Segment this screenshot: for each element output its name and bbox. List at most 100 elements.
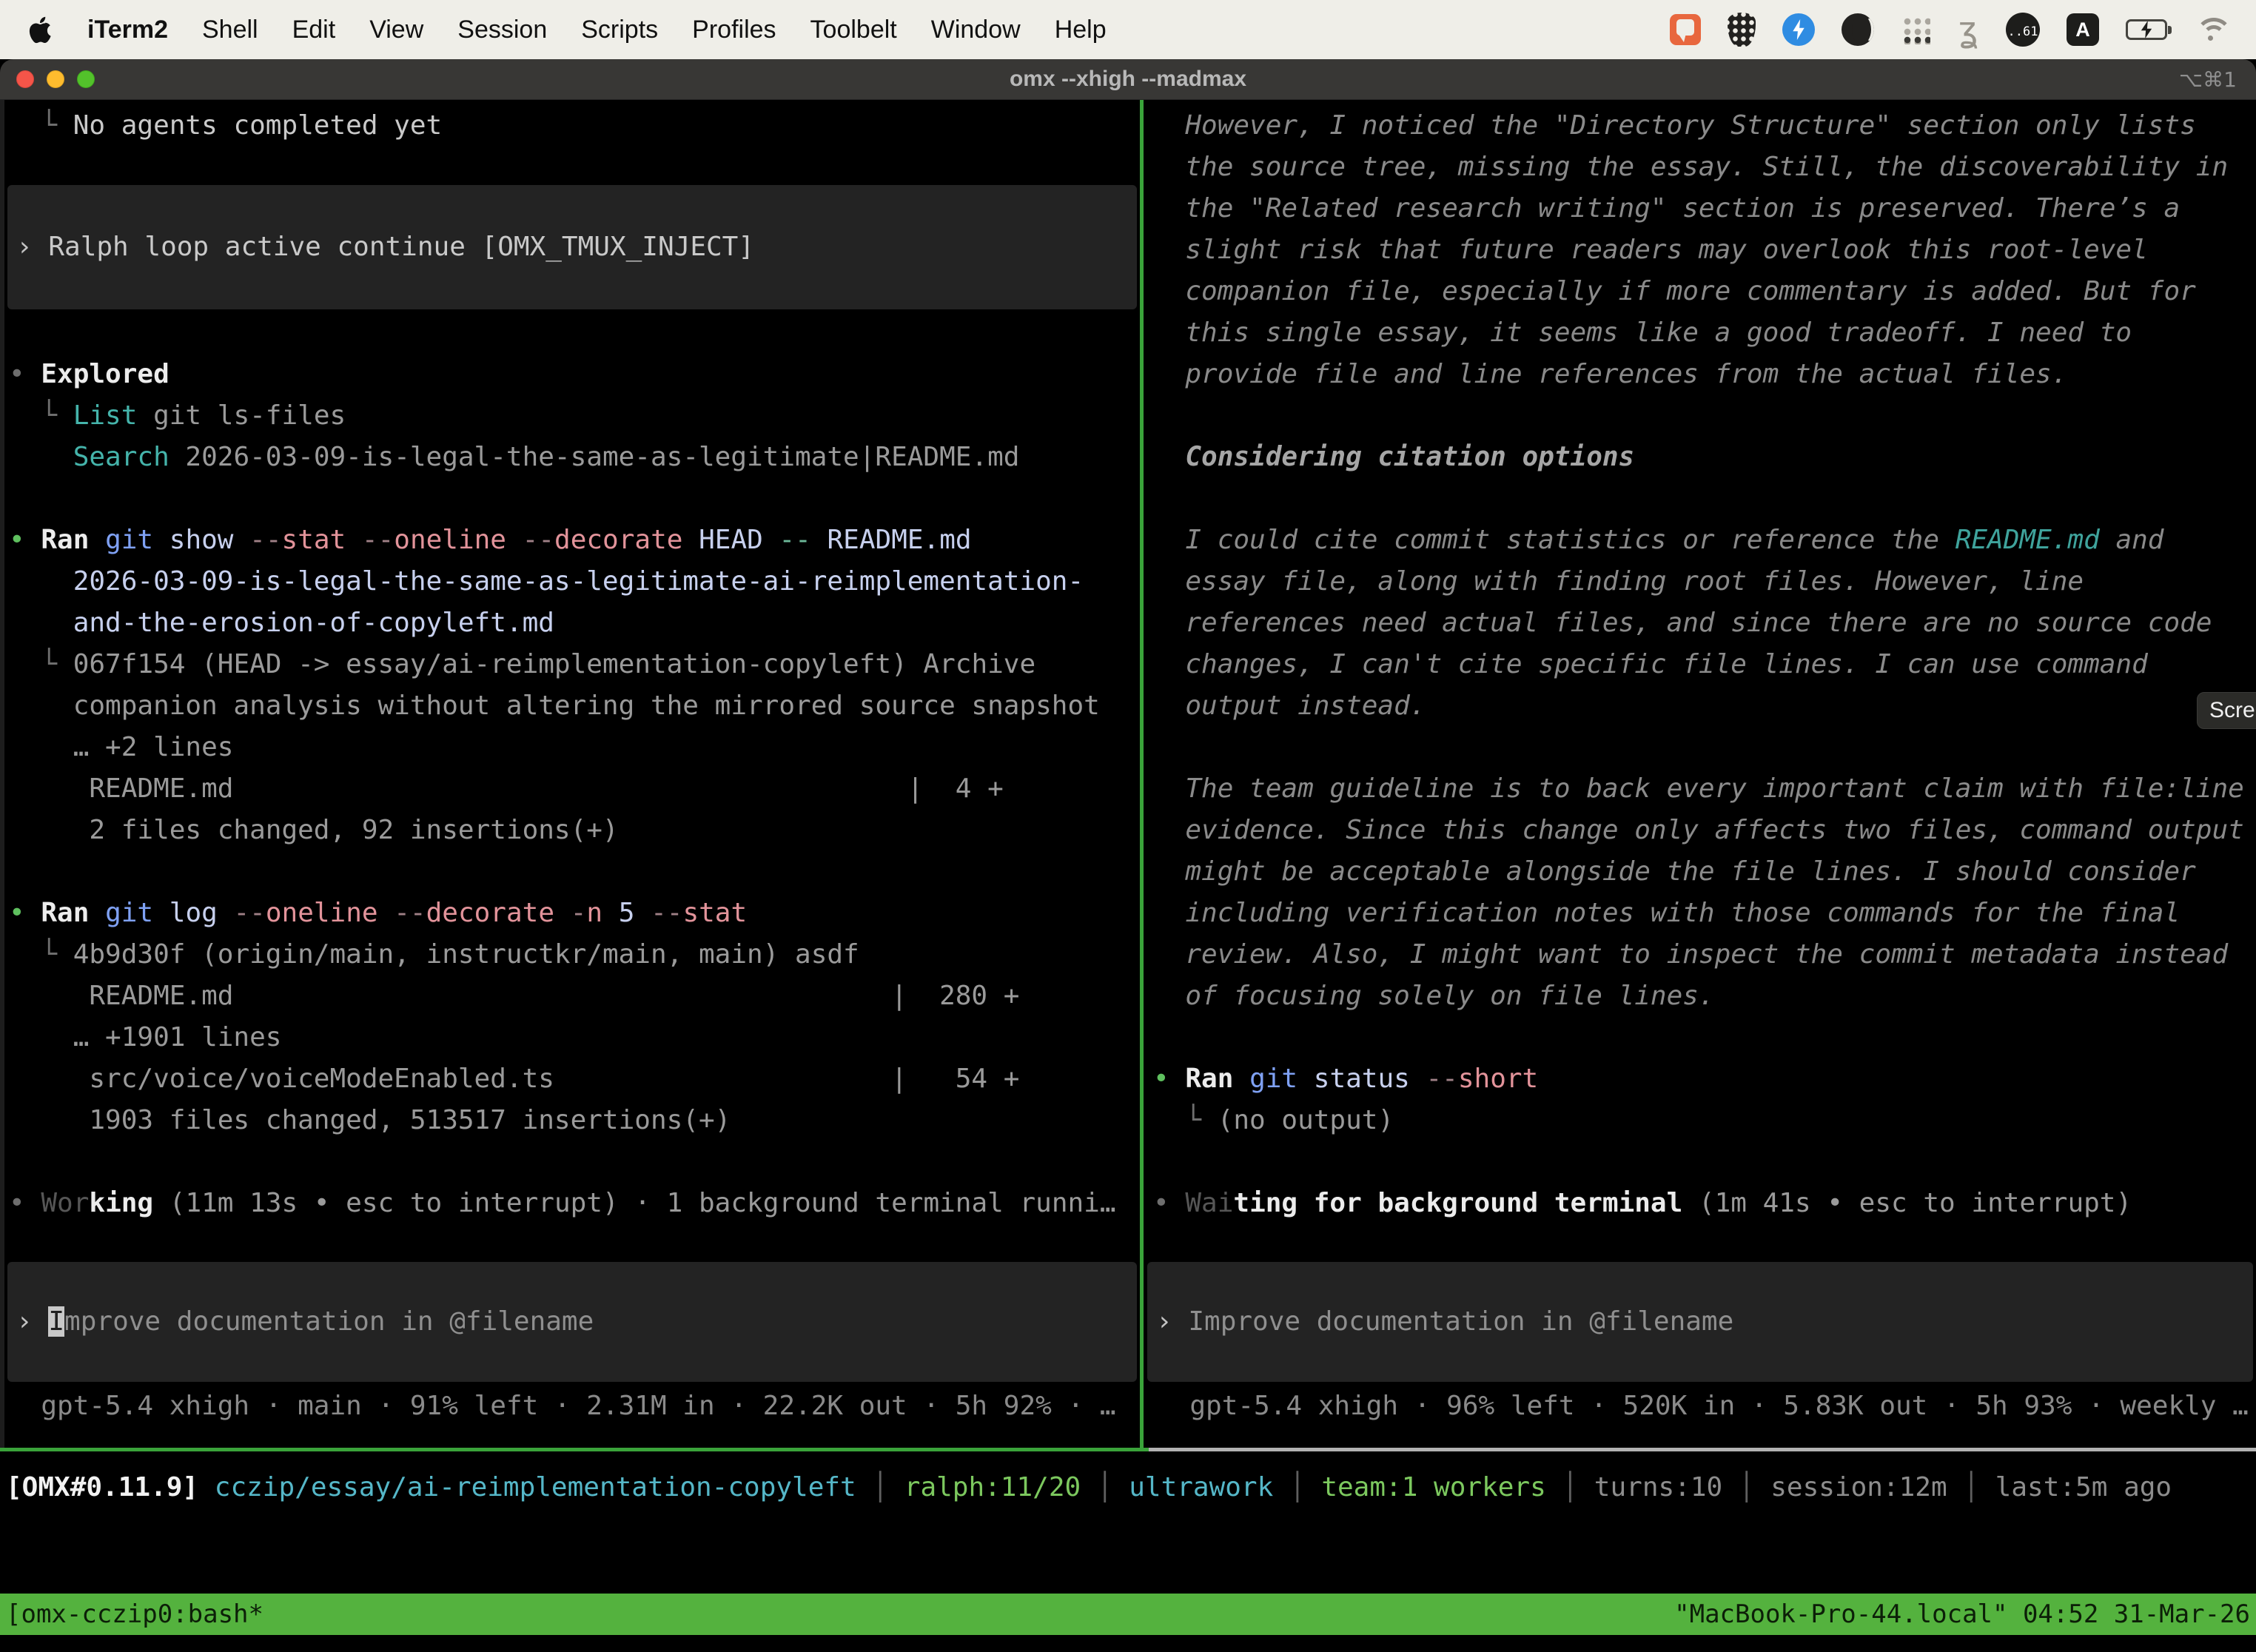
terminal-line: › Improve documentation in @filename — [16, 1301, 594, 1343]
menu-item-profiles[interactable]: Profiles — [692, 16, 776, 44]
terminal-line — [1153, 395, 2256, 437]
left-model-statusline: gpt-5.4 xhigh · main · 91% left · 2.31M … — [0, 1386, 1140, 1427]
terminal-line: companion analysis without altering the … — [9, 685, 1140, 727]
terminal-line: └ 067f154 (HEAD -> essay/ai-reimplementa… — [9, 644, 1140, 685]
terminal-line: I could cite commit statistics or refere… — [1153, 520, 2256, 561]
terminal-line: of focusing solely on file lines. — [1153, 976, 2256, 1017]
terminal-line — [1153, 1017, 2256, 1058]
window-title: omx --xhigh --madmax — [0, 67, 2256, 92]
terminal-line: 1903 files changed, 513517 insertions(+) — [9, 1100, 1140, 1141]
shield-grid-icon[interactable] — [1728, 13, 1756, 47]
terminal-line: including verification notes with those … — [1153, 893, 2256, 934]
terminal-line: • Explored — [9, 354, 1140, 395]
dots-grid-icon[interactable] — [1901, 15, 1930, 44]
terminal-line: and-the-erosion-of-copyleft.md — [9, 602, 1140, 644]
input-source-icon[interactable] — [2067, 13, 2099, 46]
terminal-line: › Improve documentation in @filename — [1156, 1301, 1733, 1343]
terminal-line: gpt-5.4 xhigh · main · 91% left · 2.31M … — [9, 1386, 1140, 1427]
omx-status-line: [OMX#0.11.9] cczip/essay/ai-reimplementa… — [6, 1467, 2256, 1508]
squiggle-icon[interactable] — [1957, 12, 1979, 47]
percent-61-icon[interactable] — [2006, 13, 2040, 47]
menu-item-edit[interactable]: Edit — [292, 16, 336, 44]
window-titlebar[interactable]: omx --xhigh --madmax ⌥⌘1 — [0, 59, 2256, 100]
terminal-line: review. Also, I might want to inspect th… — [1153, 934, 2256, 976]
terminal-line — [9, 851, 1140, 893]
pane-right[interactable]: However, I noticed the "Directory Struct… — [1144, 100, 2256, 1449]
terminal-line: › Ralph loop active continue [OMX_TMUX_I… — [16, 226, 754, 268]
menu-item-view[interactable]: View — [369, 16, 423, 44]
terminal-line: However, I noticed the "Directory Struct… — [1153, 105, 2256, 147]
menubar-status-icons — [1670, 12, 2256, 47]
terminal-line: • Ran git show --stat --oneline --decora… — [9, 520, 1140, 561]
battery-icon[interactable] — [2126, 19, 2167, 40]
terminal-line: • Ran git log --oneline --decorate -n 5 … — [9, 893, 1140, 934]
terminal-line: … +1901 lines — [9, 1017, 1140, 1058]
terminal-line — [1153, 1141, 2256, 1183]
wifi-icon[interactable] — [2194, 16, 2226, 43]
right-model-statusline: gpt-5.4 xhigh · 96% left · 520K in · 5.8… — [1149, 1386, 2256, 1427]
terminal-line — [9, 312, 1140, 354]
terminal-line: Search 2026-03-09-is-legal-the-same-as-l… — [9, 437, 1140, 478]
terminal-line: └ List git ls-files — [9, 395, 1140, 437]
terminal-line — [9, 1141, 1140, 1183]
terminal-line — [1153, 478, 2256, 520]
right-prompt-input[interactable]: › Improve documentation in @filename — [1147, 1262, 2253, 1382]
terminal-line: • Waiting for background terminal (1m 41… — [1153, 1183, 2256, 1224]
close-button[interactable] — [16, 70, 34, 88]
menu-item-shell[interactable]: Shell — [202, 16, 258, 44]
terminal-line — [9, 147, 1140, 188]
terminal-line: README.md | 280 + — [9, 976, 1140, 1017]
terminal-line: companion file, especially if more comme… — [1153, 271, 2256, 312]
terminal-line — [9, 478, 1140, 520]
terminal-line: The team guideline is to back every impo… — [1153, 768, 2256, 810]
terminal-line: Considering citation options — [1153, 437, 2256, 478]
minimize-button[interactable] — [47, 70, 64, 88]
terminal-line: src/voice/voiceModeEnabled.ts | 54 + — [9, 1058, 1140, 1100]
zoom-button[interactable] — [77, 70, 95, 88]
terminal-line: … +2 lines — [9, 727, 1140, 768]
menu-item-window[interactable]: Window — [931, 16, 1021, 44]
right-pane-transcript: However, I noticed the "Directory Struct… — [1144, 105, 2256, 1224]
pane-bottom-border-inactive — [1149, 1448, 2256, 1451]
menu-item-toolbelt[interactable]: Toolbelt — [810, 16, 897, 44]
terminal-line: essay file, along with finding root file… — [1153, 561, 2256, 602]
window-shortcut-badge: ⌥⌘1 — [2179, 67, 2237, 92]
terminal-line: the "Related research writing" section i… — [1153, 188, 2256, 229]
messenger-icon[interactable] — [1782, 13, 1815, 46]
terminal-line: 2 files changed, 92 insertions(+) — [9, 810, 1140, 851]
terminal-line: provide file and line references from th… — [1153, 354, 2256, 395]
terminal-line: might be acceptable alongside the file l… — [1153, 851, 2256, 893]
terminal-line: evidence. Since this change only affects… — [1153, 810, 2256, 851]
terminal-line: • Ran git status --short — [1153, 1058, 2256, 1100]
screen-overlay-button[interactable]: Scre — [2197, 692, 2256, 729]
left-prompt-input[interactable]: › Improve documentation in @filename — [7, 1262, 1137, 1382]
terminal-line: 2026-03-09-is-legal-the-same-as-legitima… — [9, 561, 1140, 602]
terminal-line: output instead. — [1153, 685, 2256, 727]
tmux-host-clock: "MacBook-Pro-44.local" 04:52 31-Mar-26 — [1674, 1599, 2250, 1629]
terminal-line: • Working (11m 13s • esc to interrupt) ·… — [9, 1183, 1140, 1224]
menu-item-iterm2[interactable]: iTerm2 — [87, 16, 168, 44]
pie-circle-icon[interactable] — [1842, 13, 1874, 46]
iterm2-window: omx --xhigh --madmax ⌥⌘1 └ No agents com… — [0, 59, 2256, 1652]
terminal-line: slight risk that future readers may over… — [1153, 229, 2256, 271]
terminal-line: changes, I can't cite specific file line… — [1153, 644, 2256, 685]
terminal-line: └ 4b9d30f (origin/main, instructkr/main,… — [9, 934, 1140, 976]
apple-logo-icon[interactable] — [28, 15, 53, 44]
chat-app-icon[interactable] — [1670, 14, 1701, 45]
menubar: iTerm2 Shell Edit View Session Scripts Profile… — [0, 0, 2256, 59]
terminal-line: └ No agents completed yet — [9, 105, 1140, 147]
pane-divider[interactable] — [1140, 100, 1144, 1449]
terminal-line — [1153, 727, 2256, 768]
menu-item-help[interactable]: Help — [1055, 16, 1107, 44]
menu-item-scripts[interactable]: Scripts — [581, 16, 658, 44]
menubar-left: iTerm2 Shell Edit View Session Scripts Profile… — [0, 15, 1107, 44]
terminal-line: README.md | 4 + — [9, 768, 1140, 810]
ralph-loop-input-box[interactable]: › Ralph loop active continue [OMX_TMUX_I… — [7, 185, 1137, 309]
terminal-area: └ No agents completed yet • Explored └ Li… — [0, 100, 2256, 1651]
terminal-line: references need actual files, and since … — [1153, 602, 2256, 644]
menu-item-session[interactable]: Session — [457, 16, 547, 44]
traffic-lights — [16, 59, 95, 99]
terminal-line: gpt-5.4 xhigh · 96% left · 520K in · 5.8… — [1158, 1386, 2256, 1427]
terminal-line: this single essay, it seems like a good … — [1153, 312, 2256, 354]
pane-left[interactable]: └ No agents completed yet • Explored └ Li… — [0, 100, 1140, 1449]
